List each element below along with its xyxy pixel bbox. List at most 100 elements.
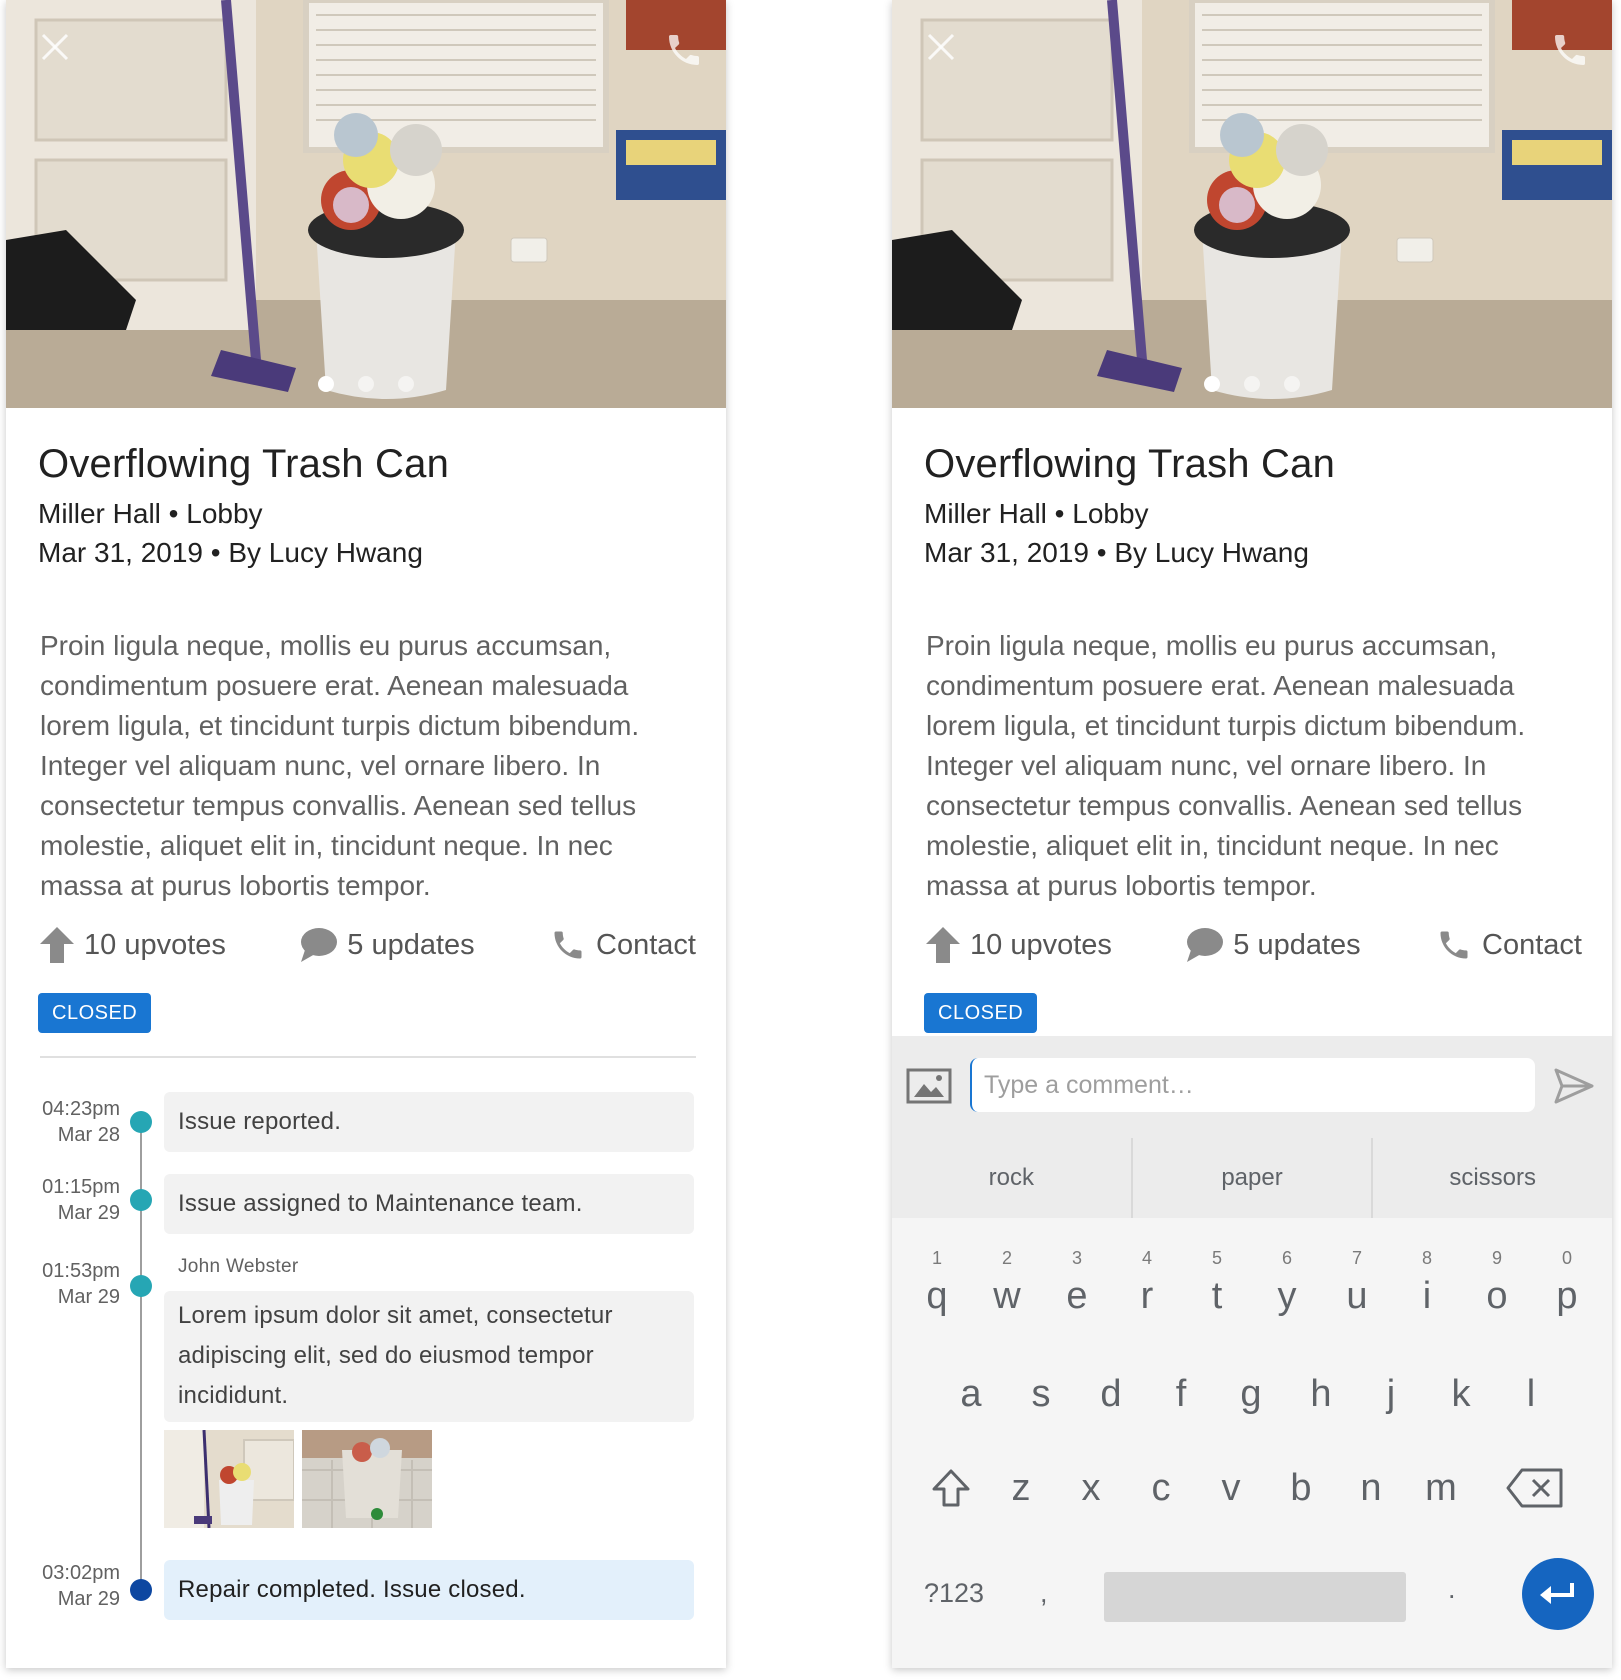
send-button[interactable] [1552,1064,1596,1108]
timeline-entry-final: Repair completed. Issue closed. [164,1560,694,1620]
timeline-timestamp: 01:53pm Mar 29 [6,1258,120,1310]
key-i[interactable]: 8i [1392,1248,1462,1324]
key-x[interactable]: x [1056,1458,1126,1518]
updates-button[interactable]: 5 updates [301,928,475,962]
comment-composer [892,1036,1612,1138]
key-s[interactable]: s [1006,1356,1076,1416]
key-q[interactable]: 1q [902,1248,972,1324]
photo-pager [6,376,726,392]
key-k[interactable]: k [1426,1356,1496,1416]
call-button[interactable] [1550,30,1600,80]
key-f[interactable]: f [1146,1356,1216,1416]
key-label: q [926,1275,948,1317]
issue-actions: 10 upvotes 5 updates Contact [40,920,696,970]
timeline-time: 03:02pm [42,1562,120,1584]
symbols-key[interactable]: ?123 [924,1578,984,1609]
timeline-dot [130,1275,152,1297]
key-w[interactable]: 2w [972,1248,1042,1324]
shift-key[interactable] [916,1458,986,1518]
pager-dot-3[interactable] [1284,376,1300,392]
key-p[interactable]: 0p [1532,1248,1602,1324]
comment-input[interactable] [970,1058,1535,1112]
close-button[interactable] [924,30,974,80]
key-l[interactable]: l [1496,1356,1566,1416]
key-e[interactable]: 3e [1042,1248,1112,1324]
key-c[interactable]: c [1126,1458,1196,1518]
key-h[interactable]: h [1286,1356,1356,1416]
issue-actions: 10 upvotes 5 updates Contact [926,920,1582,970]
pager-dot-2[interactable] [358,376,374,392]
key-u[interactable]: 7u [1322,1248,1392,1324]
updates-button[interactable]: 5 updates [1187,928,1361,962]
key-y[interactable]: 6y [1252,1248,1322,1324]
timeline-timestamp: 03:02pm Mar 29 [6,1560,120,1612]
issue-photo[interactable] [892,0,1612,408]
enter-key[interactable] [1522,1558,1594,1630]
issue-description: Proin ligula neque, mollis eu purus accu… [926,630,1526,901]
phone-icon [1555,35,1585,65]
timeline-date: Mar 29 [57,1202,120,1224]
close-button[interactable] [38,30,88,80]
suggestion-strip: rock paper scissors [892,1138,1612,1218]
key-v[interactable]: v [1196,1458,1266,1518]
issue-photo[interactable] [6,0,726,408]
enter-icon [1540,1583,1574,1604]
attach-image-button[interactable] [906,1066,952,1106]
upvote-count: 10 upvotes [84,928,226,961]
issue-detail-screen: Overflowing Trash Can Miller Hall • Lobb… [6,0,726,1668]
key-d[interactable]: d [1076,1356,1146,1416]
key-g[interactable]: g [1216,1356,1286,1416]
trash-photo-illustration [6,0,726,408]
issue-date-author: Mar 31, 2019 • By Lucy Hwang [924,537,1309,568]
backspace-key[interactable] [1476,1458,1594,1518]
key-hint: 3 [1071,1248,1082,1268]
call-button[interactable] [664,30,714,80]
attachment-photo-1 [164,1430,294,1528]
space-key[interactable] [1104,1572,1406,1622]
arrow-up-icon [926,927,960,963]
suggestion-paper[interactable]: paper [1133,1138,1374,1218]
key-b[interactable]: b [1266,1458,1336,1518]
key-o[interactable]: 9o [1462,1248,1532,1324]
pager-dot-3[interactable] [398,376,414,392]
attachment-thumbnail[interactable] [164,1430,294,1528]
upvote-count: 10 upvotes [970,928,1112,961]
timeline-date: Mar 28 [57,1124,120,1146]
issue-location: Miller Hall • Lobby [924,498,1149,529]
timeline-timestamp: 01:15pm Mar 29 [6,1174,120,1226]
key-j[interactable]: j [1356,1356,1426,1416]
key-hint: 5 [1211,1248,1222,1268]
attachment-thumbnail[interactable] [302,1430,432,1528]
comma-key[interactable]: , [1040,1578,1048,1609]
suggestion-rock[interactable]: rock [892,1138,1133,1218]
updates-count: 5 updates [1233,928,1361,961]
keyboard-row-3: z x c v b n m [916,1458,1594,1518]
key-label: t [1211,1275,1223,1317]
key-label: o [1486,1275,1508,1317]
arrow-up-icon [40,927,74,963]
key-r[interactable]: 4r [1112,1248,1182,1324]
shift-icon [932,1469,970,1507]
send-icon [1554,1068,1594,1104]
suggestion-scissors[interactable]: scissors [1373,1138,1612,1218]
updates-count: 5 updates [347,928,475,961]
issue-description: Proin ligula neque, mollis eu purus accu… [40,630,640,901]
key-m[interactable]: m [1406,1458,1476,1518]
key-n[interactable]: n [1336,1458,1406,1518]
key-t[interactable]: 5t [1182,1248,1252,1324]
upvote-button[interactable]: 10 upvotes [926,927,1112,963]
key-z[interactable]: z [986,1458,1056,1518]
contact-button[interactable]: Contact [550,927,696,963]
status-badge: CLOSED [924,993,1038,1033]
pager-dot-2[interactable] [1244,376,1260,392]
key-a[interactable]: a [936,1356,1006,1416]
period-key[interactable]: . [1448,1574,1456,1605]
pager-dot-1[interactable] [318,376,334,392]
upvote-button[interactable]: 10 upvotes [40,927,226,963]
backspace-icon [1506,1468,1563,1508]
contact-button[interactable]: Contact [1436,927,1582,963]
key-hint: 2 [1001,1248,1012,1268]
timeline-dot [130,1189,152,1211]
pager-dot-1[interactable] [1204,376,1220,392]
timeline-dot-final [130,1579,152,1601]
